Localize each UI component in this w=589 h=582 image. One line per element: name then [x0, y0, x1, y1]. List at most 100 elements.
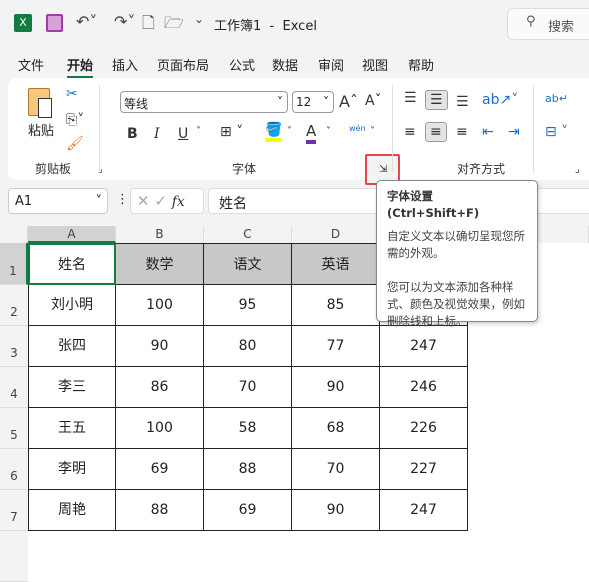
cell-D7[interactable]: 90: [292, 490, 380, 531]
fill-color-icon[interactable]: 🪣: [265, 122, 283, 142]
cell-B1[interactable]: 数学: [116, 243, 204, 285]
underline-dropdown-icon[interactable]: ˅: [196, 126, 201, 137]
row-header-5[interactable]: 5: [0, 408, 28, 449]
align-bottom-icon[interactable]: ☰: [456, 94, 469, 110]
column-header-C[interactable]: C: [204, 226, 292, 243]
bold-button[interactable]: B: [127, 126, 138, 142]
format-painter-icon[interactable]: 🖌: [66, 136, 84, 152]
tab-insert[interactable]: 插入: [112, 55, 138, 74]
font-name-select[interactable]: 等线 ˅: [120, 91, 288, 113]
undo-icon[interactable]: ↶˅: [76, 12, 97, 31]
column-header-D[interactable]: D: [292, 226, 380, 243]
row-header-8[interactable]: [0, 531, 28, 582]
select-all-corner[interactable]: [0, 226, 28, 243]
row-header-3[interactable]: 3: [0, 326, 28, 367]
cell-A2[interactable]: 刘小明: [28, 285, 116, 326]
cell-B6[interactable]: 69: [116, 449, 204, 490]
save-icon[interactable]: [46, 14, 63, 32]
merge-center-icon[interactable]: ⊟ ˅: [545, 124, 568, 140]
tab-formulas[interactable]: 公式: [229, 55, 255, 74]
font-size-select[interactable]: 12 ˅: [292, 91, 334, 113]
decrease-indent-icon[interactable]: ⇤: [482, 124, 494, 140]
copy-icon[interactable]: ⎘˅: [66, 112, 84, 128]
wrap-text-icon[interactable]: ab↵: [545, 92, 568, 105]
cell-A5[interactable]: 王五: [28, 408, 116, 449]
cell-B5[interactable]: 100: [116, 408, 204, 449]
decrease-font-icon[interactable]: Aˇ: [365, 93, 382, 109]
cell-E7[interactable]: 247: [380, 490, 468, 531]
row-header-6[interactable]: 6: [0, 449, 28, 490]
phonetic-button[interactable]: wén: [349, 124, 366, 133]
cell-D5[interactable]: 68: [292, 408, 380, 449]
name-box[interactable]: A1 ˅: [8, 188, 108, 214]
align-top-icon[interactable]: ☰: [404, 90, 417, 106]
paste-button[interactable]: 粘贴: [28, 120, 54, 139]
open-folder-icon[interactable]: 🗁: [164, 12, 184, 39]
cell-C4[interactable]: 70: [204, 367, 292, 408]
cut-icon[interactable]: ✂: [66, 86, 78, 102]
enter-icon[interactable]: ✓: [154, 192, 167, 210]
fill-color-dropdown-icon[interactable]: ˅: [287, 126, 292, 137]
cell-D1[interactable]: 英语: [292, 243, 380, 285]
cell-A1[interactable]: 姓名: [28, 243, 116, 285]
font-color-button[interactable]: A: [306, 122, 317, 144]
cell-A6[interactable]: 李明: [28, 449, 116, 490]
cell-C1[interactable]: 语文: [204, 243, 292, 285]
cell-B7[interactable]: 88: [116, 490, 204, 531]
more-icon[interactable]: ⋮: [116, 192, 129, 207]
cell-E5[interactable]: 226: [380, 408, 468, 449]
row-header-2[interactable]: 2: [0, 285, 28, 326]
cell-B3[interactable]: 90: [116, 326, 204, 367]
cell-A3[interactable]: 张四: [28, 326, 116, 367]
cell-C7[interactable]: 69: [204, 490, 292, 531]
cell-D3[interactable]: 77: [292, 326, 380, 367]
insert-function-button[interactable]: fx: [172, 194, 185, 210]
orientation-icon[interactable]: ab↗˅: [482, 92, 518, 108]
tab-file[interactable]: 文件: [18, 55, 44, 74]
new-file-icon[interactable]: 🗋: [142, 12, 155, 39]
increase-font-icon[interactable]: Aˆ: [339, 92, 358, 111]
tab-page-layout[interactable]: 页面布局: [157, 55, 209, 74]
redo-icon[interactable]: ↷˅: [114, 12, 135, 31]
cell-D6[interactable]: 70: [292, 449, 380, 490]
search-icon: ⚲: [526, 14, 536, 29]
cell-C3[interactable]: 80: [204, 326, 292, 367]
column-header-A[interactable]: A: [28, 226, 116, 243]
font-color-dropdown-icon[interactable]: ˅: [326, 126, 331, 137]
tab-help[interactable]: 帮助: [408, 55, 434, 74]
row-header-1[interactable]: 1: [0, 243, 28, 285]
cell-D2[interactable]: 85: [292, 285, 380, 326]
align-right-icon[interactable]: ≡: [456, 124, 468, 140]
search-box[interactable]: ⚲ 搜索: [507, 8, 589, 40]
cell-B4[interactable]: 86: [116, 367, 204, 408]
alignment-launcher-icon[interactable]: ⌟: [575, 164, 580, 175]
cell-E4[interactable]: 246: [380, 367, 468, 408]
cell-A4[interactable]: 李三: [28, 367, 116, 408]
align-middle-icon[interactable]: ☰: [425, 90, 448, 110]
increase-indent-icon[interactable]: ⇥: [508, 124, 520, 140]
phonetic-dropdown-icon[interactable]: ˅: [370, 126, 375, 137]
tab-home[interactable]: 开始: [67, 55, 94, 78]
underline-button[interactable]: U: [178, 126, 188, 142]
window-title: 工作簿1 - Excel: [214, 19, 317, 34]
tab-data[interactable]: 数据: [272, 55, 298, 74]
cell-E3[interactable]: 247: [380, 326, 468, 367]
tab-view[interactable]: 视图: [362, 55, 388, 74]
cell-B2[interactable]: 100: [116, 285, 204, 326]
cell-A7[interactable]: 周艳: [28, 490, 116, 531]
cell-D4[interactable]: 90: [292, 367, 380, 408]
cell-C5[interactable]: 58: [204, 408, 292, 449]
cancel-icon[interactable]: ✕: [137, 192, 150, 210]
italic-button[interactable]: I: [154, 126, 160, 142]
align-center-icon[interactable]: ≡: [425, 122, 447, 142]
customize-qat-icon[interactable]: ⌄: [194, 12, 204, 26]
cell-C2[interactable]: 95: [204, 285, 292, 326]
cell-C6[interactable]: 88: [204, 449, 292, 490]
borders-icon[interactable]: ⊞ ˅: [220, 124, 243, 140]
tab-review[interactable]: 审阅: [318, 55, 344, 74]
row-header-7[interactable]: 7: [0, 490, 28, 531]
align-left-icon[interactable]: ≡: [404, 124, 416, 140]
row-header-4[interactable]: 4: [0, 367, 28, 408]
cell-E6[interactable]: 227: [380, 449, 468, 490]
column-header-B[interactable]: B: [116, 226, 204, 243]
